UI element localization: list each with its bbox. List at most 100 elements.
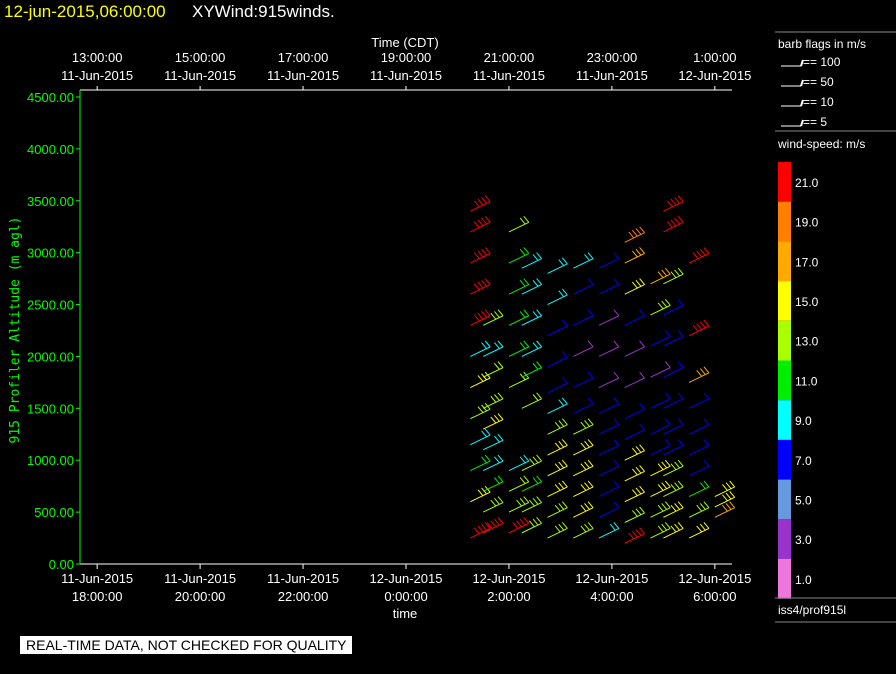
wind-barb-flag xyxy=(497,496,504,503)
wind-barb-shaft xyxy=(482,398,504,409)
wind-barb-flag xyxy=(729,501,736,509)
y-tick-label: 1500.00 xyxy=(27,401,74,416)
wind-barb-shaft xyxy=(624,512,645,523)
barb-legend-title: barb flags in m/s xyxy=(778,37,866,51)
wind-barb-flag xyxy=(477,219,484,227)
wind-barb-flag xyxy=(664,522,671,529)
wind-barb-shaft xyxy=(470,253,491,264)
speed-scale-swatch xyxy=(778,201,791,242)
wind-barb-shaft xyxy=(624,470,645,482)
wind-barb-flag xyxy=(587,397,594,405)
wind-barb-flag xyxy=(628,532,635,540)
y-tick-label: 0.00 xyxy=(49,557,74,572)
wind-barb-flag xyxy=(494,456,500,464)
wind-barb-shaft xyxy=(482,481,504,492)
wind-barb-flag xyxy=(580,442,587,450)
wind-barb-flag xyxy=(494,497,500,505)
top-tick-label-date: 12-Jun-2015 xyxy=(678,68,751,83)
wind-barb-flag xyxy=(674,503,680,510)
wind-barb-flag xyxy=(529,458,535,465)
wind-barb-flag xyxy=(532,394,539,401)
wind-barb-flag xyxy=(696,323,703,330)
wind-barb-flag xyxy=(477,198,484,206)
wind-barb-flag xyxy=(692,252,699,260)
wind-barb-flag xyxy=(613,340,620,348)
wind-barb-flag xyxy=(584,254,590,261)
wind-barb-flag xyxy=(532,342,539,349)
speed-scale-swatch xyxy=(778,241,791,282)
wind-barb-flag xyxy=(558,420,565,427)
wind-barb-flag xyxy=(561,522,568,529)
wind-barb-flag xyxy=(494,394,500,401)
wind-barb-flag xyxy=(631,530,638,538)
wind-barb-flag xyxy=(613,459,620,467)
wind-barb-flag xyxy=(561,288,568,296)
y-axis-label: 915 Profiler Altitude (m agl) xyxy=(8,217,23,444)
wind-barb-shaft xyxy=(598,424,620,435)
wind-barb-flag xyxy=(481,430,487,438)
wind-barb-shaft xyxy=(573,445,594,456)
wind-barb-flag xyxy=(639,278,645,285)
wind-barb-flag xyxy=(677,501,684,509)
wind-barb-flag xyxy=(532,311,539,318)
wind-barb-shaft xyxy=(688,424,710,435)
wind-barb-flag xyxy=(494,311,500,318)
wind-barb-shaft xyxy=(482,419,504,430)
wind-barb-flag xyxy=(481,311,487,318)
wind-barb-flag xyxy=(674,217,680,225)
wind-barb-flag xyxy=(484,247,491,254)
wind-barb-flag xyxy=(494,342,500,349)
x-tick-label-date: 12-Jun-2015 xyxy=(370,571,443,586)
wind-barb-flag xyxy=(561,439,568,446)
wind-barb-flag xyxy=(613,480,620,488)
wind-barb-flag xyxy=(587,480,594,488)
wind-barb-flag xyxy=(635,487,642,495)
wind-barb-flag xyxy=(494,477,500,484)
wind-barb-flag xyxy=(631,468,638,476)
wind-barb-flag xyxy=(670,463,677,471)
wind-barb-shaft xyxy=(624,253,645,264)
wind-barb-flag xyxy=(477,312,484,320)
wind-barb-flag xyxy=(587,459,594,467)
wind-barb-flag xyxy=(584,503,590,510)
wind-barb-flag xyxy=(497,361,504,368)
wind-barb-flag xyxy=(661,269,668,277)
wind-barb-flag xyxy=(523,475,530,483)
wind-barb-flag xyxy=(523,216,530,223)
wind-barb-flag xyxy=(670,198,677,206)
speed-scale-label: 9.0 xyxy=(795,414,812,428)
y-tick-label: 3500.00 xyxy=(27,194,74,209)
y-tick-label: 500.00 xyxy=(34,505,74,520)
wind-barb-shaft xyxy=(470,528,491,539)
wind-barb-flag xyxy=(670,525,677,533)
wind-barb-shaft xyxy=(470,221,491,233)
wind-barb-flag xyxy=(473,314,480,322)
wind-barb-flag xyxy=(635,248,642,256)
wind-barb-flag xyxy=(477,525,484,533)
wind-barb-flag xyxy=(481,197,487,204)
wind-barb-flag xyxy=(512,522,519,529)
wind-barb-shaft xyxy=(482,367,504,378)
wind-barb-flag xyxy=(631,510,638,517)
wind-barb-flag xyxy=(481,280,487,287)
speed-scale-label: 11.0 xyxy=(795,374,818,388)
speed-scale-swatch xyxy=(778,519,791,559)
wind-barb-flag xyxy=(536,392,543,400)
wind-barb-shaft xyxy=(714,507,735,518)
wind-barb-flag xyxy=(639,340,645,348)
wind-barb-flag xyxy=(558,503,565,510)
wind-barb-flag xyxy=(558,259,565,266)
wind-barb-flag xyxy=(635,446,642,453)
quality-notice: REAL-TIME DATA, NOT CHECKED FOR QUALITY xyxy=(20,636,353,654)
wind-barb-flag xyxy=(696,525,703,533)
wind-barb-flag xyxy=(674,197,680,204)
speed-scale-label: 15.0 xyxy=(795,295,819,309)
wind-barb-flag xyxy=(494,518,500,526)
wind-barb-flag xyxy=(639,506,645,514)
wind-barb-shaft xyxy=(573,507,594,518)
wind-barb-flag xyxy=(639,444,645,451)
wind-barb-flag xyxy=(664,392,671,400)
wind-barb-flag xyxy=(584,482,590,490)
wind-barb-flag xyxy=(661,461,668,469)
wind-barb-flag xyxy=(558,482,565,490)
